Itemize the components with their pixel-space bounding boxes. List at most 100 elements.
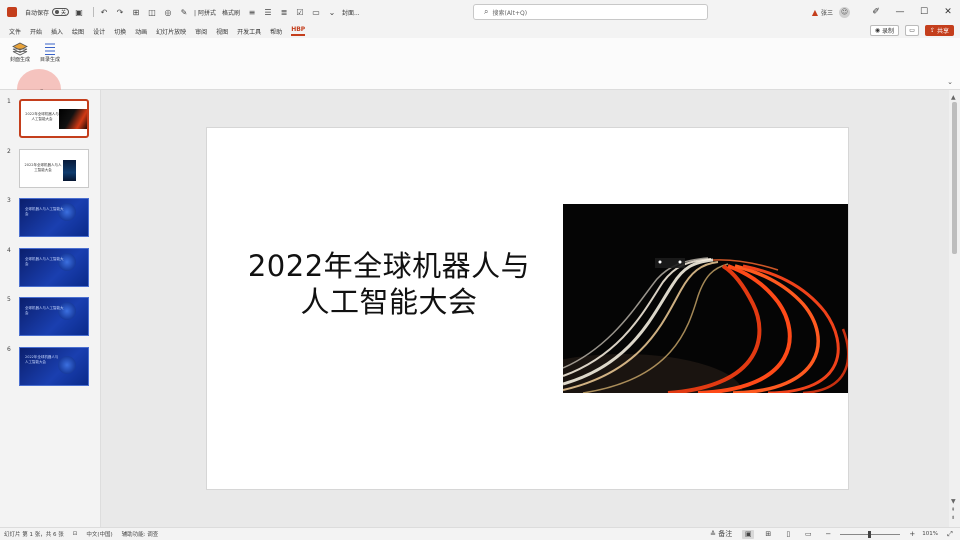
tab-12[interactable]: HBP (291, 26, 306, 36)
previous-slide-icon[interactable]: ⇞ (951, 507, 955, 513)
tab-9[interactable]: 视图 (216, 27, 228, 36)
slide-title-line-1: 2022年全球机器人与 (247, 249, 531, 283)
slide-thumbnail-3[interactable]: 全球机器人与人工智能大会 (19, 198, 89, 237)
ribbon-tabs: 文件 开始 插入 绘图 设计 切换 动画 幻灯片放映 审阅 视图 开发工具 帮助 HBP ◉ 录制 ▭ ⇪ 共… (0, 24, 960, 38)
save-icon[interactable]: ▣ (73, 6, 85, 18)
zoom-level[interactable]: 101% (922, 531, 938, 537)
scrollbar-thumb[interactable] (952, 102, 957, 254)
warning-icon[interactable]: ▲ (812, 8, 818, 17)
scroll-up-icon[interactable]: ▲ (951, 94, 956, 101)
thumb-number-4: 4 (7, 247, 11, 254)
tab-8[interactable]: 审阅 (195, 27, 207, 36)
reading-view-icon[interactable]: ▯ (782, 530, 794, 539)
tab-10[interactable]: 开发工具 (237, 27, 261, 36)
align-center-icon[interactable]: ☰ (262, 6, 274, 18)
close-icon[interactable]: ✕ (936, 0, 960, 24)
avatar[interactable]: ☺ (839, 6, 850, 18)
layout-icon[interactable]: ◫ (146, 6, 158, 18)
toc-generate-button[interactable]: 目录生成 (39, 41, 61, 63)
comment-icon[interactable]: ▭ (905, 25, 920, 36)
slide-sorter-icon[interactable]: ⊞ (762, 530, 774, 539)
shapes-icon[interactable]: ◎ (162, 6, 174, 18)
accessibility-status[interactable]: 辅助功能: 调查 (122, 530, 159, 538)
slide-thumbnail-2[interactable]: 2022年全球机器人与人工智能大会 (19, 149, 89, 188)
user-name[interactable]: 张三 (821, 8, 833, 17)
zoom-slider[interactable] (840, 530, 901, 538)
tab-1[interactable]: 开始 (30, 27, 42, 36)
status-bar: 幻灯片 第 1 张，共 6 张 ⊡ 中文(中国) 辅助功能: 调查 ≙ 备注 ▣… (0, 527, 960, 540)
zoom-in-icon[interactable]: + (906, 530, 918, 539)
search-icon: ⌕ (484, 7, 489, 16)
light-trails-image[interactable] (563, 204, 848, 393)
vertical-scrollbar[interactable]: ▲ ▼ ⇞ ⇟ (949, 90, 960, 527)
thumb-number-6: 6 (7, 346, 11, 353)
checkbox-icon[interactable]: ☑ (294, 6, 306, 18)
ribbon-collapse-chevron-icon[interactable]: ⌄ (947, 78, 953, 86)
notes-label: 备注 (718, 530, 733, 538)
minimize-icon[interactable]: — (888, 0, 912, 24)
next-slide-icon[interactable]: ⇟ (951, 515, 955, 521)
tab-5[interactable]: 切换 (114, 27, 126, 36)
redo-icon[interactable]: ↷ (114, 6, 126, 18)
format-painter-icon[interactable]: ✎ (178, 6, 190, 18)
slide-thumbnail-5[interactable]: 全球机器人与人工智能大会 (19, 297, 89, 336)
normal-view-icon[interactable]: ▣ (742, 529, 755, 539)
fit-to-window-icon[interactable]: ⤢ (944, 530, 956, 539)
maximize-icon[interactable]: ☐ (912, 0, 936, 24)
layers-icon (9, 41, 31, 57)
slide-thumbnail-4[interactable]: 全球机器人与人工智能大会 (19, 248, 89, 287)
quick-text-2[interactable]: 格式刷 (222, 8, 240, 17)
tab-6[interactable]: 动画 (135, 27, 147, 36)
slide-thumbnail-1[interactable]: 2022年全球机器人与人工智能大会 (19, 99, 89, 138)
tab-11[interactable]: 帮助 (270, 27, 282, 36)
slide-thumbnails-panel[interactable]: 1 2022年全球机器人与人工智能大会 2 2022年全球机器人与人工智能大会 … (0, 90, 101, 527)
thumb-image-1 (59, 109, 87, 129)
tab-3[interactable]: 绘图 (72, 27, 84, 36)
new-slide-icon[interactable]: ⊞ (130, 6, 142, 18)
spell-check-icon[interactable]: ⊡ (73, 531, 78, 537)
thumb-title-1: 2022年全球机器人与人工智能大会 (25, 112, 59, 121)
slide-thumbnail-6[interactable]: 2022年全球机器人与人工智能大会 (19, 347, 89, 386)
image-icon[interactable]: ▭ (310, 6, 322, 18)
tab-0[interactable]: 文件 (9, 27, 21, 36)
tab-2[interactable]: 插入 (51, 27, 63, 36)
quick-text-3[interactable]: 封面... (342, 8, 360, 17)
align-right-icon[interactable]: ≣ (278, 6, 290, 18)
pen-icon[interactable]: ✐ (864, 0, 888, 24)
align-left-icon[interactable]: ≡ (246, 6, 258, 18)
thumb-number-3: 3 (7, 197, 11, 204)
zoom-out-icon[interactable]: − (822, 530, 834, 539)
cover-generate-label: 封面生成 (9, 57, 30, 63)
zoom-slider-knob[interactable] (868, 530, 872, 538)
title-bar: 自动保存 关 ▣ ↶ ↷ ⊞ ◫ ◎ ✎ | 阿拼式 格式刷 ≡ ☰ ≣ ☑ ▭… (0, 0, 960, 24)
search-box[interactable]: ⌕ 搜索(Alt+Q) (473, 4, 708, 20)
search-placeholder: 搜索(Alt+Q) (492, 9, 528, 17)
current-slide[interactable]: 2022年全球机器人与 人工智能大会 (207, 128, 848, 489)
more-dropdown-icon[interactable]: ⌄ (326, 6, 338, 18)
undo-icon[interactable]: ↶ (98, 6, 110, 18)
record-icon: ◉ (874, 27, 881, 34)
slide-title-line-2: 人工智能大会 (300, 285, 478, 319)
record-button[interactable]: ◉ 录制 (869, 25, 900, 36)
autosave-state: 关 (61, 10, 67, 16)
tab-7[interactable]: 幻灯片放映 (156, 27, 186, 36)
thumb-title-3: 全球机器人与人工智能大会 (25, 207, 64, 216)
quick-text-1[interactable]: | 阿拼式 (194, 8, 216, 17)
autosave-toggle[interactable]: 关 (52, 8, 70, 16)
slide-editor-area[interactable]: 2022年全球机器人与 人工智能大会 (101, 90, 949, 527)
thumb-title-2: 2022年全球机器人与人工智能大会 (24, 163, 62, 172)
powerpoint-app-icon (7, 7, 17, 17)
tab-4[interactable]: 设计 (93, 27, 105, 36)
notes-button[interactable]: ≙ 备注 (710, 530, 732, 539)
thumb-orb-6 (58, 356, 76, 374)
thumb-title-6: 2022年全球机器人与人工智能大会 (25, 355, 59, 364)
scroll-down-icon[interactable]: ▼ (951, 498, 956, 505)
language-indicator[interactable]: 中文(中国) (86, 530, 112, 538)
cover-generate-button[interactable]: 封面生成 (9, 41, 31, 63)
thumb-number-1: 1 (7, 98, 11, 105)
slide-title-textbox[interactable]: 2022年全球机器人与 人工智能大会 (207, 248, 571, 320)
share-label: 共享 (936, 28, 949, 35)
toc-generate-label: 目录生成 (39, 57, 60, 63)
slideshow-icon[interactable]: ▭ (802, 530, 814, 539)
share-button[interactable]: ⇪ 共享 (925, 25, 954, 36)
